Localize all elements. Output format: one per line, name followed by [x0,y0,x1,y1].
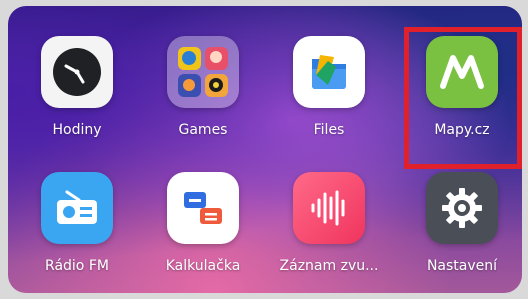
calculator-icon [167,172,239,244]
app-zaznam-zvuku[interactable]: Záznam zvu... [274,160,384,290]
app-label: Rádio FM [45,258,109,274]
app-nastaveni[interactable]: Nastavení [407,160,517,290]
app-label: Games [178,122,228,138]
app-label: Hodiny [52,122,102,138]
radio-icon [41,172,113,244]
app-radio-fm[interactable]: Rádio FM [22,160,132,290]
app-label: Nastavení [426,258,498,274]
app-games[interactable]: Games [148,24,258,154]
app-hodiny[interactable]: Hodiny [22,24,132,154]
games-folder-icon [167,36,239,108]
app-kalkulacka[interactable]: Kalkulačka [148,160,258,290]
sound-recorder-icon [293,172,365,244]
settings-gear-icon [426,172,498,244]
app-label: Kalkulačka [165,258,241,274]
app-label: Files [313,122,345,138]
home-screen: Hodiny Games Files Mapy.cz Rádio FM Kalk… [8,6,522,293]
highlight-box [404,27,522,169]
app-label: Záznam zvu... [279,258,379,274]
files-icon [293,36,365,108]
app-files[interactable]: Files [274,24,384,154]
clock-icon [41,36,113,108]
